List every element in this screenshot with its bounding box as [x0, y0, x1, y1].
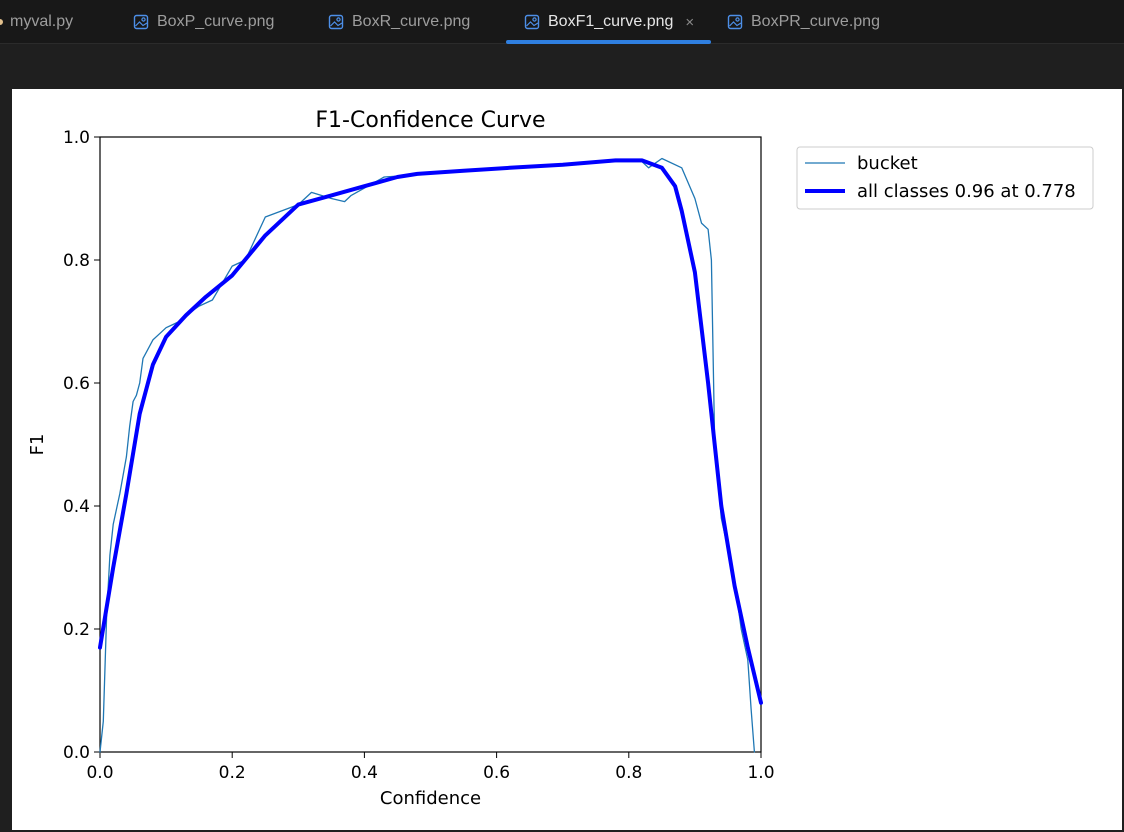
close-icon[interactable]: × [685, 14, 694, 31]
tab-boxf1-curve[interactable]: BoxF1_curve.png × [506, 0, 711, 44]
tab-bar: myval.py BoxP_curve.png BoxR_curve.png B… [0, 0, 1124, 44]
series-line-bucket [99, 157, 756, 753]
image-file-icon [328, 14, 344, 30]
f1-confidence-chart: F1-Confidence Curve 0.0 0.2 0.4 0.6 0.8 1.00.… [27, 108, 1094, 809]
tab-label: BoxPR_curve.png [751, 13, 880, 30]
tab-boxr-curve[interactable]: BoxR_curve.png [328, 0, 470, 44]
python-file-icon [0, 19, 3, 25]
tab-boxp-curve[interactable]: BoxP_curve.png [133, 0, 274, 44]
series-lines [98, 157, 763, 753]
tab-myval-py[interactable]: myval.py [0, 0, 73, 44]
legend-label: bucket [857, 153, 918, 174]
y-tick-label: 0.4 [63, 497, 90, 517]
x-tick-label: 0.8 [615, 763, 642, 783]
plot-border [99, 136, 762, 753]
tab-label: BoxR_curve.png [352, 13, 471, 30]
image-preview: F1-Confidence Curve 0.0 0.2 0.4 0.6 0.8 1.0 0.… [12, 89, 1122, 830]
y-tick-label: 0.8 [63, 251, 90, 271]
y-tick-label: 1.0 [63, 128, 90, 148]
y-tick-label: 0.6 [63, 374, 90, 394]
axis-ticks: 0.0 0.2 0.4 0.6 0.8 1.0 0.0 0.2 0.4 0.6 0.8 1.0 [63, 128, 775, 783]
plot-area [99, 136, 762, 753]
y-axis-label: F1 [27, 434, 48, 456]
legend: bucket all classes 0.96 at 0.778 [796, 146, 1094, 210]
x-tick-label: 1.0 [747, 763, 774, 783]
chart-title: F1-Confidence Curve [315, 108, 545, 133]
series-line-all-classes [98, 158, 763, 705]
tab-label: BoxF1_curve.png [548, 13, 674, 30]
image-file-icon [524, 14, 540, 30]
x-tick-label: 0.0 [86, 763, 113, 783]
image-file-icon [133, 14, 149, 30]
tab-label: BoxP_curve.png [157, 13, 275, 30]
tab-label: myval.py [10, 13, 74, 30]
tab-boxpr-curve[interactable]: BoxPR_curve.png [727, 0, 880, 44]
y-tick-label: 0.2 [63, 620, 90, 640]
image-file-icon [727, 14, 743, 30]
x-tick-label: 0.4 [351, 763, 378, 783]
x-axis-label: Confidence [380, 788, 481, 809]
x-tick-label: 0.2 [219, 763, 246, 783]
legend-label: all classes 0.96 at 0.778 [857, 181, 1076, 202]
x-tick-label: 0.6 [483, 763, 510, 783]
y-tick-label: 0.0 [63, 743, 90, 763]
active-tab-indicator [506, 40, 711, 44]
